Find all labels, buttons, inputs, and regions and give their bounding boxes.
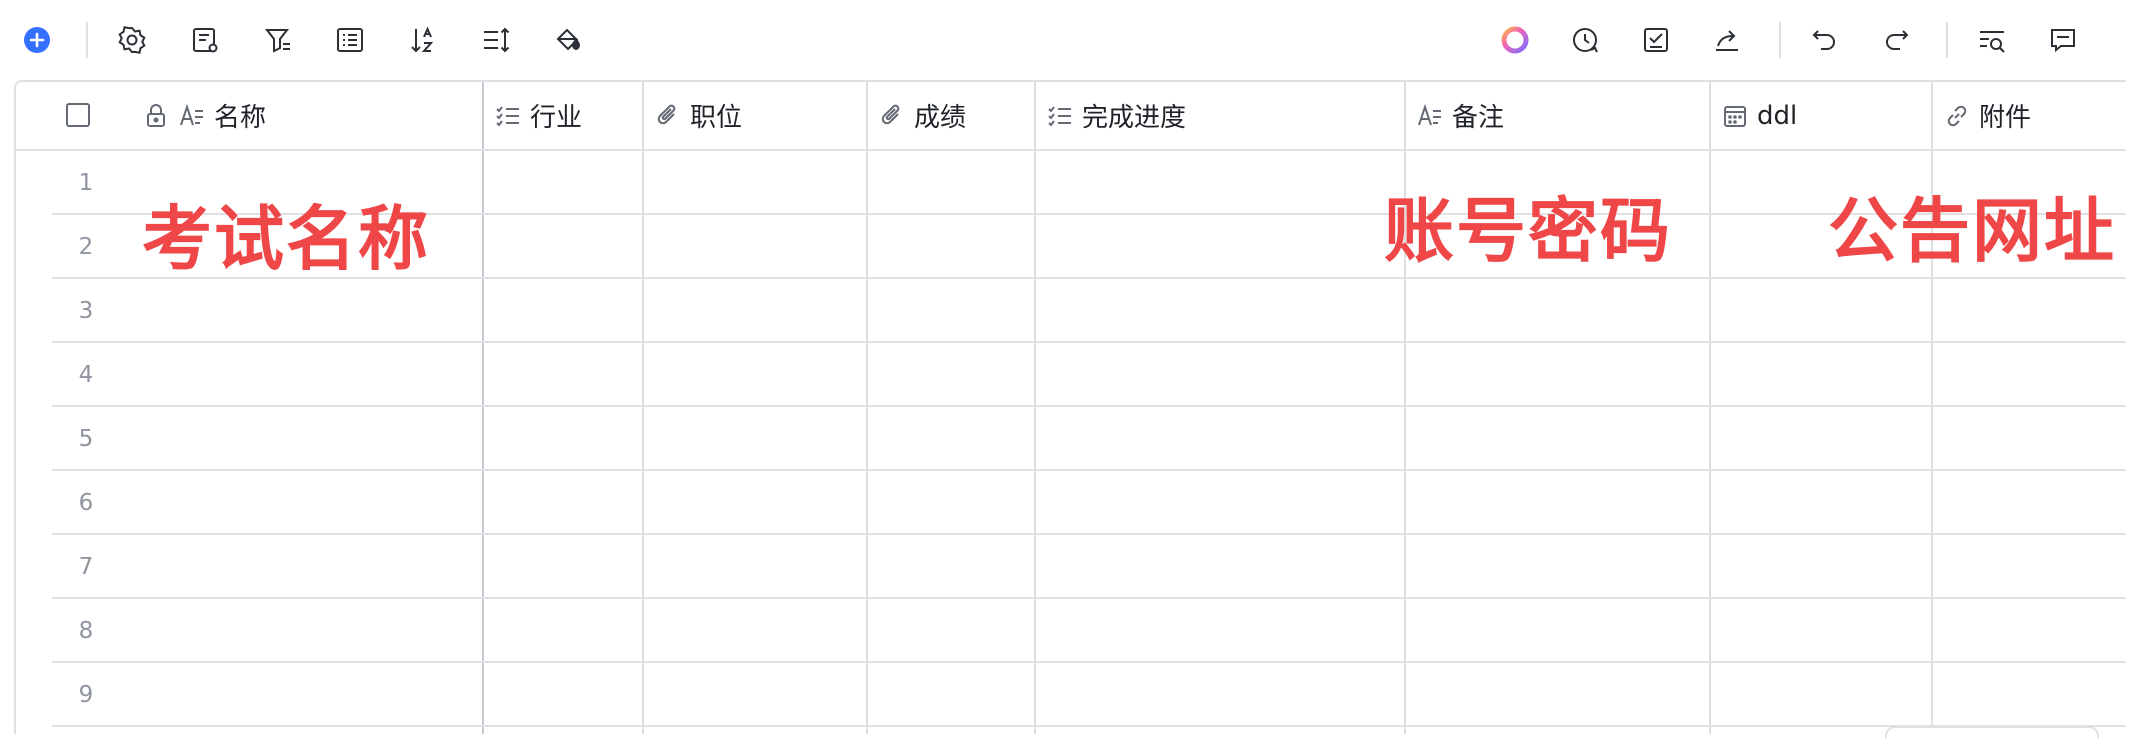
row-number: 6	[78, 490, 94, 516]
table-row[interactable]: 8	[16, 599, 2126, 663]
calendar-icon	[1721, 102, 1749, 130]
column-label: 备注	[1452, 103, 1505, 133]
column-header-industry[interactable]: 行业	[484, 82, 644, 149]
column-label: 行业	[530, 103, 583, 133]
annotation-announcement-url: 公告网址	[1828, 190, 2116, 272]
filter-icon[interactable]	[258, 20, 298, 60]
search-icon[interactable]	[1972, 20, 2012, 60]
settings-gear-icon[interactable]	[112, 20, 152, 60]
row-height-icon[interactable]	[476, 20, 516, 60]
attachment-icon	[654, 102, 682, 130]
row-number: 9	[78, 682, 94, 708]
fill-color-icon[interactable]	[548, 20, 588, 60]
toolbar-divider	[1779, 22, 1781, 58]
field-settings-icon[interactable]	[185, 20, 225, 60]
lock-icon	[142, 102, 170, 130]
column-label: 成绩	[914, 103, 967, 133]
column-label: 完成进度	[1082, 103, 1187, 133]
multi-select-icon	[1046, 102, 1074, 130]
toolbar-divider	[86, 22, 88, 58]
column-header-attachment[interactable]: 附件	[1933, 82, 2126, 149]
add-record-icon[interactable]	[17, 20, 57, 60]
row-number: 5	[78, 426, 94, 452]
text-icon	[1416, 102, 1444, 130]
row-number: 4	[78, 362, 94, 388]
history-clock-icon[interactable]	[1565, 20, 1605, 60]
toolbar-divider	[1946, 22, 1948, 58]
column-header-ddl[interactable]: ddl	[1711, 82, 1933, 149]
undo-icon[interactable]	[1805, 20, 1845, 60]
table-row[interactable]: 6	[16, 471, 2126, 535]
column-label: 职位	[690, 103, 743, 133]
select-all-checkbox[interactable]	[66, 103, 90, 127]
multi-select-icon	[494, 102, 522, 130]
column-header-progress[interactable]: 完成进度	[1036, 82, 1406, 149]
row-number: 2	[78, 234, 94, 260]
row-number: 8	[78, 618, 94, 644]
column-label: ddl	[1757, 100, 1798, 131]
checklist-icon[interactable]	[1636, 20, 1676, 60]
group-list-icon[interactable]	[330, 20, 370, 60]
table-row[interactable]: 3	[16, 279, 2126, 343]
column-header-score[interactable]: 成绩	[868, 82, 1036, 149]
toolbar	[0, 0, 2132, 80]
column-label: 附件	[1979, 103, 2032, 133]
annotation-account-password: 账号密码	[1384, 190, 1672, 272]
floating-panel-edge	[1885, 726, 2099, 738]
row-number: 3	[78, 298, 94, 324]
table-row[interactable]: 4	[16, 343, 2126, 407]
table-row[interactable]: 7	[16, 535, 2126, 599]
link-icon	[1943, 102, 1971, 130]
header-row: 名称 行业 职位 成绩 完成进度 备注 ddl 附件	[16, 82, 2126, 151]
table-row[interactable]: 9	[16, 663, 2126, 727]
sort-az-icon[interactable]	[403, 20, 443, 60]
share-icon[interactable]	[1707, 20, 1747, 60]
data-grid: 名称 行业 职位 成绩 完成进度 备注 ddl 附件 1 2 3 4 5 6 7…	[14, 80, 2126, 734]
column-header-name[interactable]: 名称	[142, 82, 484, 149]
text-icon	[178, 102, 206, 130]
ai-assistant-icon[interactable]	[1495, 20, 1535, 60]
column-label: 名称	[214, 103, 267, 133]
table-row[interactable]: 5	[16, 407, 2126, 471]
redo-icon[interactable]	[1876, 20, 1916, 60]
column-header-notes[interactable]: 备注	[1406, 82, 1711, 149]
annotation-exam-name: 考试名称	[142, 198, 430, 280]
column-header-position[interactable]: 职位	[644, 82, 868, 149]
attachment-icon	[878, 102, 906, 130]
comment-icon[interactable]	[2043, 20, 2083, 60]
row-number: 7	[78, 554, 94, 580]
row-number: 1	[78, 170, 94, 196]
